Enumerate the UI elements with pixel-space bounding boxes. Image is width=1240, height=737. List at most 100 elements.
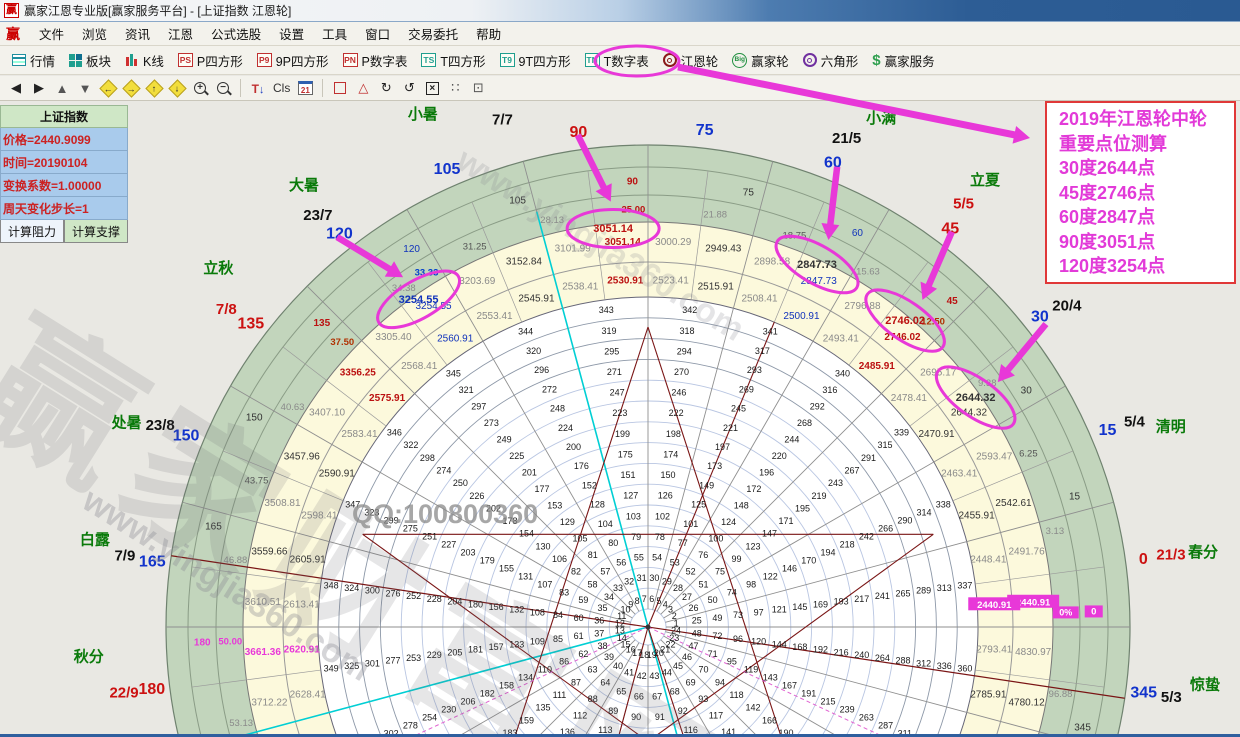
diamond-left-button[interactable]: ←	[98, 78, 118, 98]
wheel-label: 8	[635, 596, 640, 606]
wheel-label: 165	[205, 522, 222, 533]
zoom-in-button[interactable]: +	[190, 78, 210, 98]
wheel-label: 244	[784, 434, 799, 444]
wheel-label: 91	[655, 712, 665, 722]
wheel-label: 15	[1099, 422, 1117, 439]
wheel-label: 292	[810, 401, 825, 411]
wheel-label: 253	[406, 653, 421, 663]
wheel-label: 324	[344, 583, 359, 593]
wheel-label: 75	[696, 122, 714, 139]
wheel-label: 2508.41	[741, 293, 778, 304]
diamond-right-button[interactable]: →	[121, 78, 141, 98]
wheel-label: 220	[772, 451, 787, 461]
toolbar-button-六角形[interactable]: 六角形	[797, 48, 865, 73]
toolbar-button-P数字表[interactable]: PNP数字表	[337, 48, 414, 73]
wheel-label: 278	[403, 720, 418, 730]
wheel-label: 337	[957, 580, 972, 590]
menu-item-3[interactable]: 江恩	[159, 21, 202, 46]
menu-item-1[interactable]: 浏览	[73, 21, 116, 46]
screen-tool-button[interactable]: ⊡	[468, 78, 488, 98]
wheel-label: 3356.25	[340, 367, 377, 378]
wheel-label: 229	[427, 650, 442, 660]
wheel-label: 269	[739, 384, 754, 394]
toolbar-button-赢家服务[interactable]: $赢家服务	[866, 48, 940, 73]
wheel-label: 275	[403, 524, 418, 534]
wheel-label: 2793.41	[976, 645, 1013, 656]
next-arrow-button[interactable]: ▶	[29, 78, 49, 98]
wheel-label: 71	[708, 649, 718, 659]
calc-support-button[interactable]: 计算支撑	[64, 220, 128, 243]
wheel-label: 2560.91	[437, 333, 474, 344]
wheel-label: 40	[613, 661, 623, 671]
calc-resistance-button[interactable]: 计算阻力	[0, 220, 64, 243]
wheel-label: 249	[497, 434, 512, 444]
info-row-1: 时间=20190104	[0, 151, 128, 174]
toolbar-button-9T四方形[interactable]: T99T四方形	[494, 48, 577, 73]
wheel-label: 349	[324, 664, 339, 674]
menu-item-2[interactable]: 资讯	[116, 21, 159, 46]
wheel-label: 立秋	[203, 259, 234, 277]
xbox-tool-button[interactable]: ×	[422, 78, 442, 98]
wheel-label: 48	[692, 628, 702, 638]
triangle-tool-button[interactable]: △	[353, 78, 373, 98]
toolbar-button-9P四方形[interactable]: P99P四方形	[251, 48, 335, 73]
wheel-label: 32	[624, 577, 634, 587]
menu-item-6[interactable]: 工具	[313, 21, 356, 46]
menu-item-8[interactable]: 交易委托	[399, 21, 467, 46]
wheel-label: 197	[715, 442, 730, 452]
wheel-label: 25	[692, 616, 702, 626]
toolbar-button-行情[interactable]: 行情	[6, 48, 61, 73]
rotate-cw-button[interactable]: ↻	[376, 78, 396, 98]
wheel-label: 2470.91	[918, 429, 955, 440]
wheel-label: 62	[578, 649, 588, 659]
kline-icon	[125, 53, 139, 67]
rotate-ccw-button[interactable]: ↺	[399, 78, 419, 98]
up-arrow-button[interactable]: ▲	[52, 78, 72, 98]
square-tool-button[interactable]	[330, 78, 350, 98]
wheel-label: 2695.17	[920, 367, 957, 378]
annotation-line-5: 90度3051点	[1059, 230, 1234, 255]
menu-item-4[interactable]: 公式选股	[202, 21, 270, 46]
cls-button[interactable]: Cls	[271, 78, 292, 98]
wheel-label: 38	[598, 641, 608, 651]
t-updown-button[interactable]: T↓	[248, 78, 268, 98]
menu-item-9[interactable]: 帮助	[467, 21, 510, 46]
toolbar-button-赢家轮[interactable]: Big赢家轮	[726, 48, 795, 73]
wheel-label: 254	[422, 712, 437, 722]
down-arrow-button[interactable]: ▼	[75, 78, 95, 98]
quotes-table-icon	[12, 54, 26, 66]
diamond-up-button[interactable]: ↑	[144, 78, 164, 98]
wheel-label: 2523.41	[653, 276, 690, 287]
prev-arrow-button[interactable]: ◀	[6, 78, 26, 98]
app-logo-icon: 赢	[4, 3, 19, 18]
menu-item-0[interactable]: 文件	[30, 21, 73, 46]
menu-item-5[interactable]: 设置	[270, 21, 313, 46]
toolbar-button-T四方形[interactable]: TST四方形	[415, 48, 491, 73]
wheel-label: 336	[937, 661, 952, 671]
wheel-label: 135	[313, 318, 330, 329]
toolbar-button-江恩轮[interactable]: 江恩轮	[657, 48, 725, 73]
calendar-button[interactable]: 21	[295, 78, 315, 98]
wheel-label: 5/4	[1124, 414, 1146, 431]
wheel-label: 3407.10	[309, 408, 346, 419]
menu-item-7[interactable]: 窗口	[356, 21, 399, 46]
wheel-label: 小暑	[408, 105, 438, 123]
wheel-label: 239	[840, 705, 855, 715]
wheel-label: 123	[746, 541, 761, 551]
wheel-label: 165	[139, 554, 166, 571]
wheel-label: 76	[698, 550, 708, 560]
zoom-out-button[interactable]: −	[213, 78, 233, 98]
info-row-3: 周天变化步长=1	[0, 197, 128, 220]
crosshair-tool-button[interactable]: ∷	[445, 78, 465, 98]
wheel-label: 97	[754, 607, 764, 617]
toolbar-button-K线[interactable]: K线	[119, 48, 170, 73]
wheel-label: 227	[441, 539, 456, 549]
diamond-down-button[interactable]: ↓	[167, 78, 187, 98]
toolbar-button-板块[interactable]: 板块	[63, 48, 117, 73]
wheel-label: 3.13	[1046, 526, 1065, 537]
toolbar-button-P四方形[interactable]: PSP四方形	[172, 48, 249, 73]
toolbar-button-T数字表[interactable]: TNT数字表	[579, 48, 655, 73]
main-area: 1234567891011121314151617181920212223242…	[0, 101, 1240, 737]
wheel-label: 360	[957, 664, 972, 674]
wheel-label: 21.88	[703, 209, 727, 220]
